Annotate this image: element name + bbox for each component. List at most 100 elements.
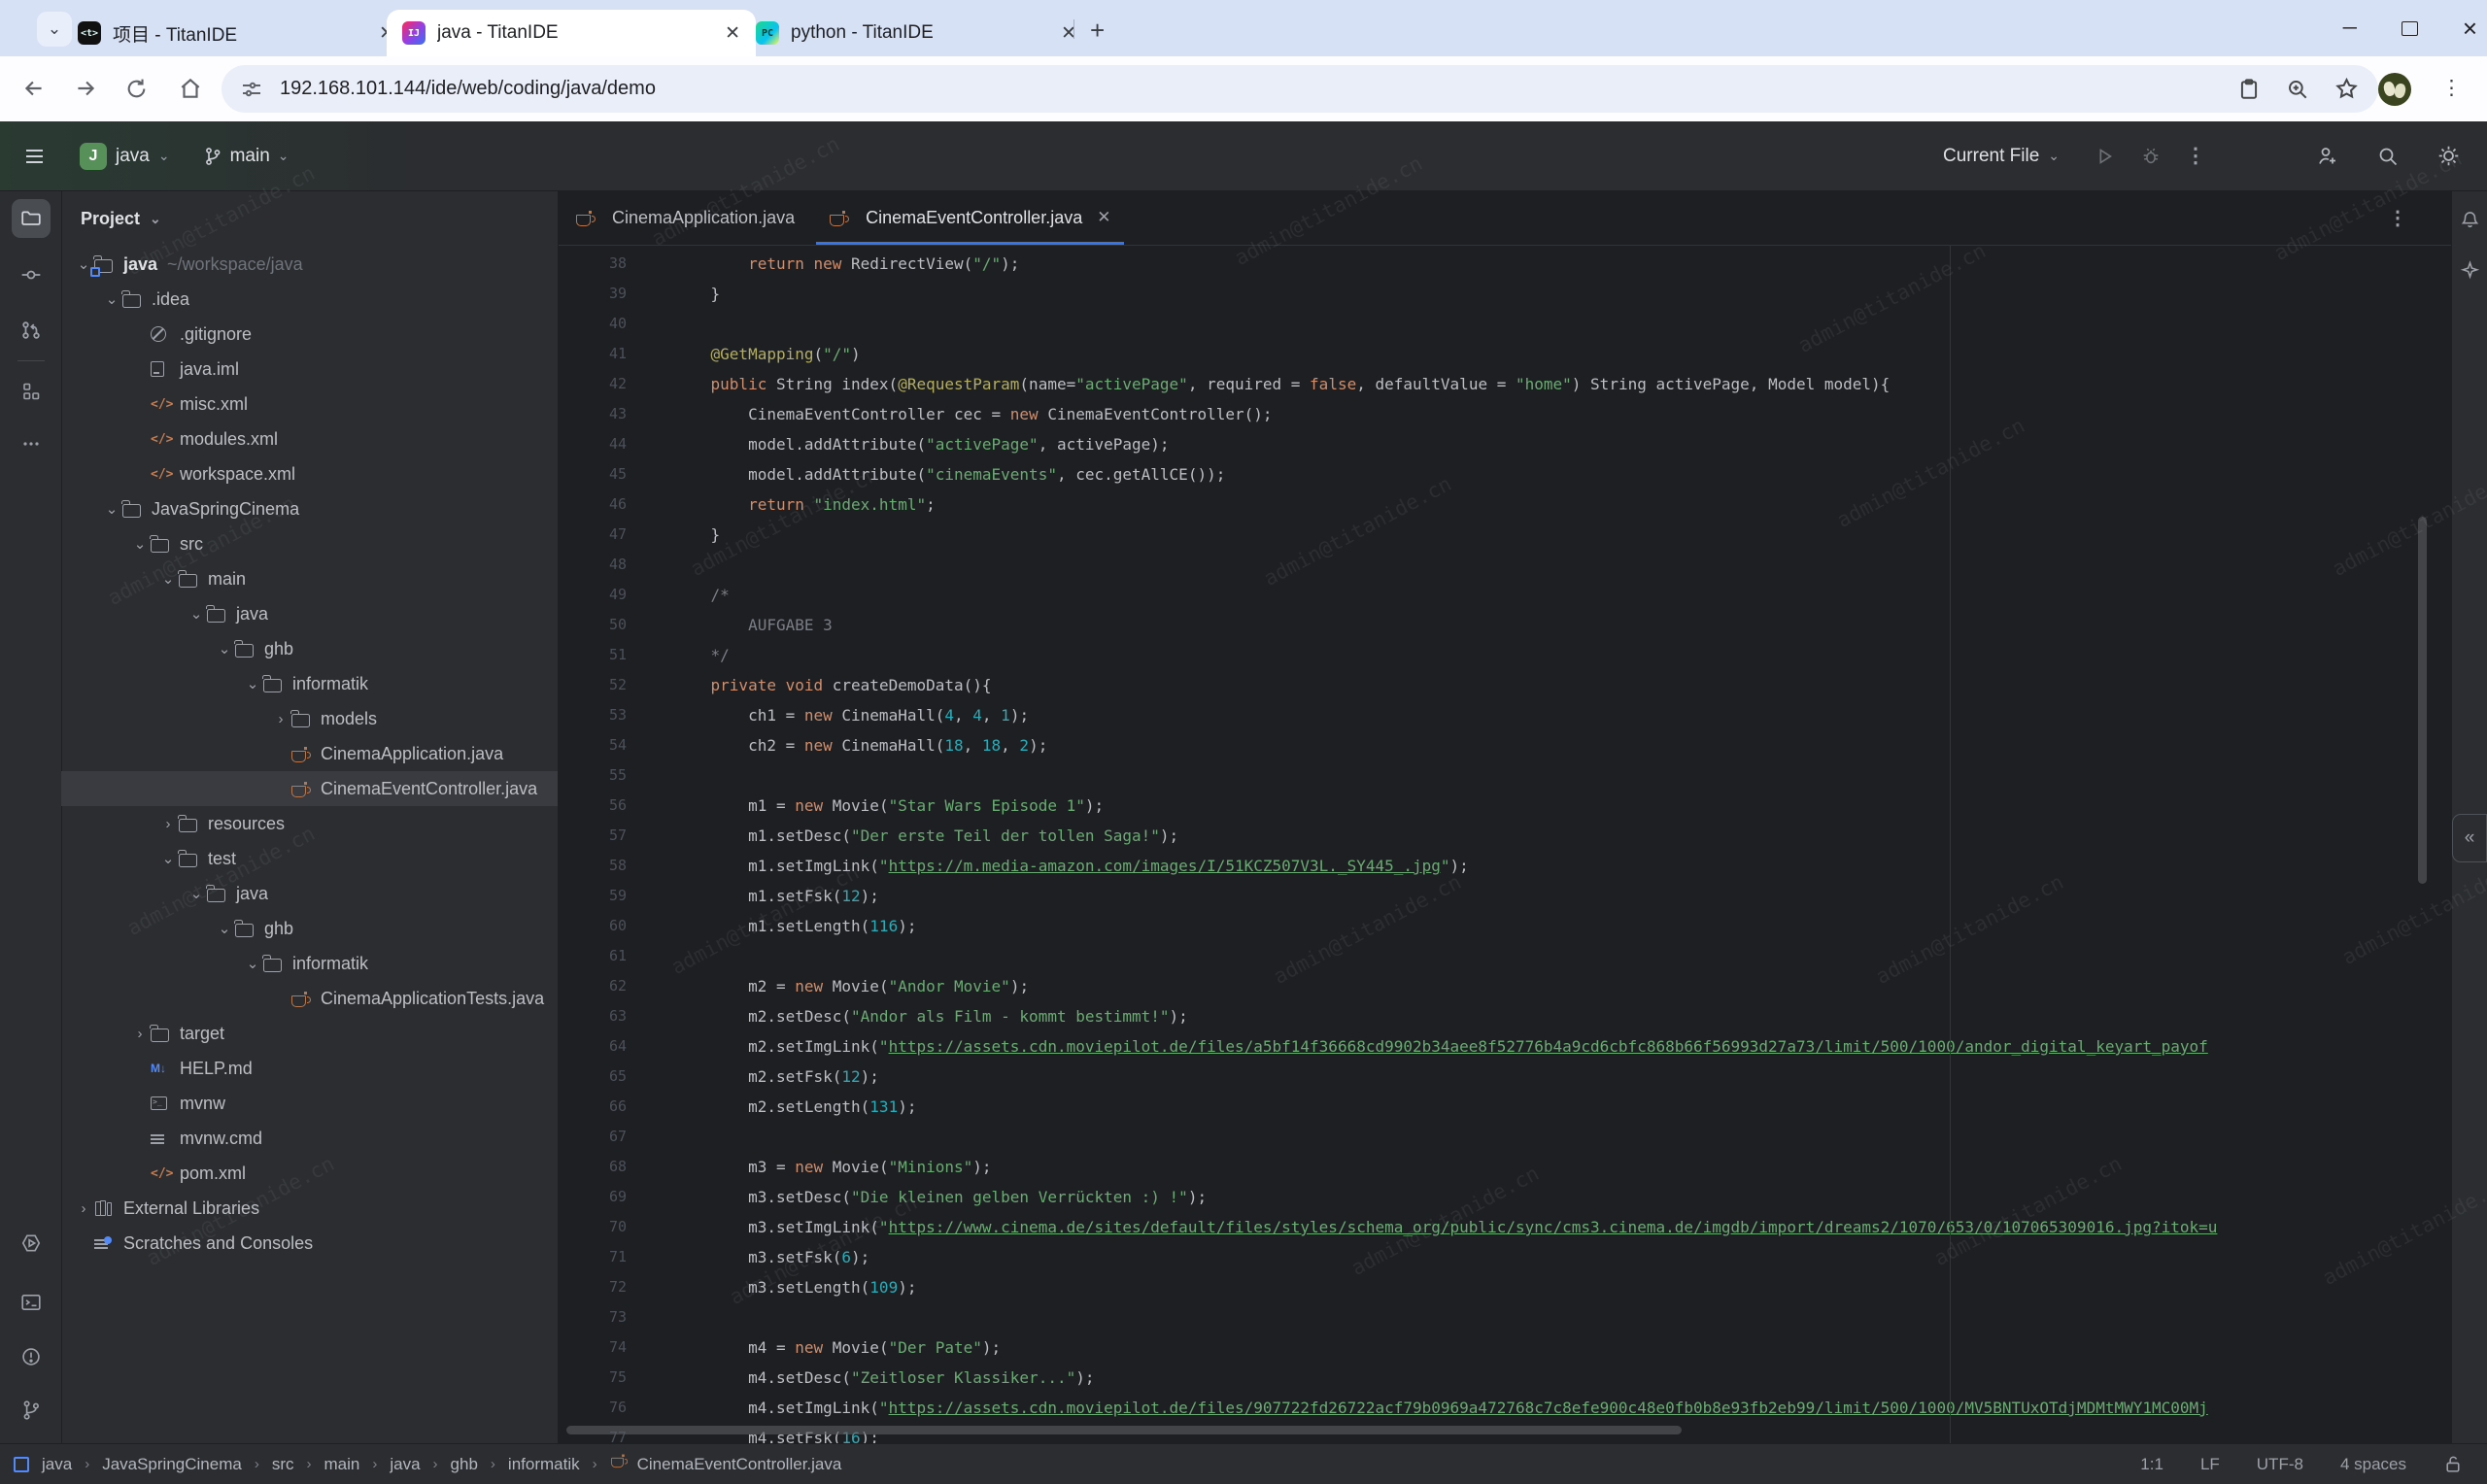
code-line[interactable]: 57 m1.setDesc("Der erste Teil der tollen…: [559, 821, 2452, 851]
code-line[interactable]: 61: [559, 941, 2452, 971]
breadcrumb-item[interactable]: main: [324, 1455, 360, 1474]
code-line[interactable]: 70 m3.setImgLink("https://www.cinema.de/…: [559, 1212, 2452, 1242]
tree-item-cinemaeventcontroller-java[interactable]: CinemaEventController.java: [61, 771, 558, 806]
tree-item-src[interactable]: ⌄src: [61, 526, 558, 561]
chevron-expanded-icon[interactable]: ⌄: [214, 920, 235, 937]
breadcrumb-item[interactable]: JavaSpringCinema: [102, 1455, 242, 1474]
code-line[interactable]: 63 m2.setDesc("Andor als Film - kommt be…: [559, 1001, 2452, 1031]
code-line[interactable]: 55: [559, 760, 2452, 791]
address-bar[interactable]: 192.168.101.144/ide/web/coding/java/demo: [221, 65, 2378, 113]
code-line[interactable]: 74 m4 = new Movie("Der Pate");: [559, 1332, 2452, 1363]
tree-item-informatik[interactable]: ⌄informatik: [61, 666, 558, 701]
chevron-expanded-icon[interactable]: ⌄: [157, 570, 179, 588]
code-line[interactable]: 69 m3.setDesc("Die kleinen gelben Verrüc…: [559, 1182, 2452, 1212]
breadcrumb-item[interactable]: CinemaEventController.java: [637, 1455, 842, 1474]
code-line[interactable]: 53 ch1 = new CinemaHall(4, 4, 1);: [559, 700, 2452, 730]
tree-item-external-libraries[interactable]: ›External Libraries: [61, 1191, 558, 1226]
window-close-button[interactable]: ×: [2463, 14, 2477, 44]
tool-problems-button[interactable]: [12, 1337, 51, 1376]
code-line[interactable]: 39 }: [559, 279, 2452, 309]
code-line[interactable]: 38 return new RedirectView("/");: [559, 249, 2452, 279]
readonly-lock-icon[interactable]: [2443, 1454, 2464, 1474]
tree-item-modules-xml[interactable]: </>modules.xml: [61, 422, 558, 456]
code-line[interactable]: 40: [559, 309, 2452, 339]
code-line[interactable]: 65 m2.setFsk(12);: [559, 1062, 2452, 1092]
code-line[interactable]: 62 m2 = new Movie("Andor Movie");: [559, 971, 2452, 1001]
clipboard-icon[interactable]: [2237, 78, 2261, 101]
tree-item-test[interactable]: ⌄test: [61, 841, 558, 876]
code-line[interactable]: 44 model.addAttribute("activePage", acti…: [559, 429, 2452, 459]
chevron-expanded-icon[interactable]: ⌄: [242, 675, 263, 692]
code-line[interactable]: 58 m1.setImgLink("https://m.media-amazon…: [559, 851, 2452, 881]
tree-item-mvnw[interactable]: mvnw: [61, 1086, 558, 1121]
chevron-expanded-icon[interactable]: ⌄: [129, 535, 151, 553]
tree-item-workspace-xml[interactable]: </>workspace.xml: [61, 456, 558, 491]
browser-tab-python[interactable]: PC python - TitanIDE ✕: [740, 10, 1092, 56]
tree-item-javaspringcinema[interactable]: ⌄JavaSpringCinema: [61, 491, 558, 526]
tree-item-misc-xml[interactable]: </>misc.xml: [61, 387, 558, 422]
code-line[interactable]: 64 m2.setImgLink("https://assets.cdn.mov…: [559, 1031, 2452, 1062]
chevron-collapsed-icon[interactable]: ›: [129, 1026, 151, 1042]
line-separator-indicator[interactable]: LF: [2200, 1455, 2220, 1474]
code-line[interactable]: 73: [559, 1302, 2452, 1332]
tool-commit-button[interactable]: [12, 255, 51, 294]
tree-item-target[interactable]: ›target: [61, 1016, 558, 1051]
tree-item--idea[interactable]: ⌄.idea: [61, 282, 558, 317]
collapse-panel-button[interactable]: «: [2452, 814, 2487, 862]
tree-item-java[interactable]: ⌄java~/workspace/java: [61, 247, 558, 282]
chevron-down-icon[interactable]: ⌄: [150, 211, 161, 227]
tool-pullrequest-button[interactable]: [12, 311, 51, 350]
settings-button[interactable]: [2429, 137, 2468, 176]
breadcrumb-item[interactable]: java: [390, 1455, 420, 1474]
code-line[interactable]: 52 private void createDemoData(){: [559, 670, 2452, 700]
project-switcher[interactable]: J java ⌄: [80, 143, 170, 170]
tree-item-pom-xml[interactable]: </>pom.xml: [61, 1156, 558, 1191]
code-line[interactable]: 75 m4.setDesc("Zeitloser Klassiker...");: [559, 1363, 2452, 1393]
chevron-expanded-icon[interactable]: ⌄: [101, 500, 122, 518]
editor-tab[interactable]: CinemaApplication.java: [559, 190, 812, 245]
browser-menu-icon[interactable]: ⋮: [2441, 76, 2462, 100]
chevron-expanded-icon[interactable]: ⌄: [101, 290, 122, 308]
code-line[interactable]: 56 m1 = new Movie("Star Wars Episode 1")…: [559, 791, 2452, 821]
search-button[interactable]: [2368, 137, 2407, 176]
home-button[interactable]: [172, 70, 209, 107]
breadcrumb-item[interactable]: java: [42, 1455, 72, 1474]
forward-button[interactable]: [67, 70, 104, 107]
tree-item-java-iml[interactable]: java.iml: [61, 352, 558, 387]
chevron-collapsed-icon[interactable]: ›: [270, 711, 291, 727]
encoding-indicator[interactable]: UTF-8: [2257, 1455, 2303, 1474]
chevron-expanded-icon[interactable]: ⌄: [186, 885, 207, 902]
tree-item-mvnw-cmd[interactable]: mvnw.cmd: [61, 1121, 558, 1156]
indent-indicator[interactable]: 4 spaces: [2340, 1455, 2406, 1474]
tree-item--gitignore[interactable]: .gitignore: [61, 317, 558, 352]
chevron-collapsed-icon[interactable]: ›: [73, 1200, 94, 1217]
code-line[interactable]: 41 @GetMapping("/"): [559, 339, 2452, 369]
code-line[interactable]: 72 m3.setLength(109);: [559, 1272, 2452, 1302]
tree-item-ghb[interactable]: ⌄ghb: [61, 631, 558, 666]
tree-item-ghb[interactable]: ⌄ghb: [61, 911, 558, 946]
browser-tab-java[interactable]: IJ java - TitanIDE ✕: [387, 10, 756, 56]
site-info-icon[interactable]: [241, 79, 262, 100]
chevron-expanded-icon[interactable]: ⌄: [186, 605, 207, 623]
tool-git-button[interactable]: [12, 1391, 51, 1430]
breadcrumb-item[interactable]: ghb: [451, 1455, 478, 1474]
code-line[interactable]: 45 model.addAttribute("cinemaEvents", ce…: [559, 459, 2452, 489]
code-line[interactable]: 66 m2.setLength(131);: [559, 1092, 2452, 1122]
chevron-expanded-icon[interactable]: ⌄: [157, 850, 179, 867]
code-line[interactable]: 43 CinemaEventController cec = new Cinem…: [559, 399, 2452, 429]
code-line[interactable]: 46 return "index.html";: [559, 489, 2452, 520]
profile-avatar[interactable]: [2378, 73, 2411, 106]
browser-tab-project[interactable]: <t> 项目 - TitanIDE ✕: [62, 10, 410, 56]
branch-switcher[interactable]: main ⌄: [203, 146, 290, 167]
url-text[interactable]: 192.168.101.144/ide/web/coding/java/demo: [280, 78, 656, 100]
add-user-button[interactable]: [2308, 137, 2347, 176]
code-line[interactable]: 60 m1.setLength(116);: [559, 911, 2452, 941]
tree-item-scratches-and-consoles[interactable]: Scratches and Consoles: [61, 1226, 558, 1261]
tab-close-icon[interactable]: ✕: [1097, 208, 1110, 227]
code-viewport[interactable]: 38 return new RedirectView("/");39 }4041…: [559, 246, 2452, 1443]
tree-item-java[interactable]: ⌄java: [61, 596, 558, 631]
code-line[interactable]: 47 }: [559, 520, 2452, 550]
chevron-expanded-icon[interactable]: ⌄: [214, 640, 235, 658]
breadcrumb-item[interactable]: informatik: [508, 1455, 580, 1474]
tool-run-button[interactable]: [12, 1224, 51, 1263]
